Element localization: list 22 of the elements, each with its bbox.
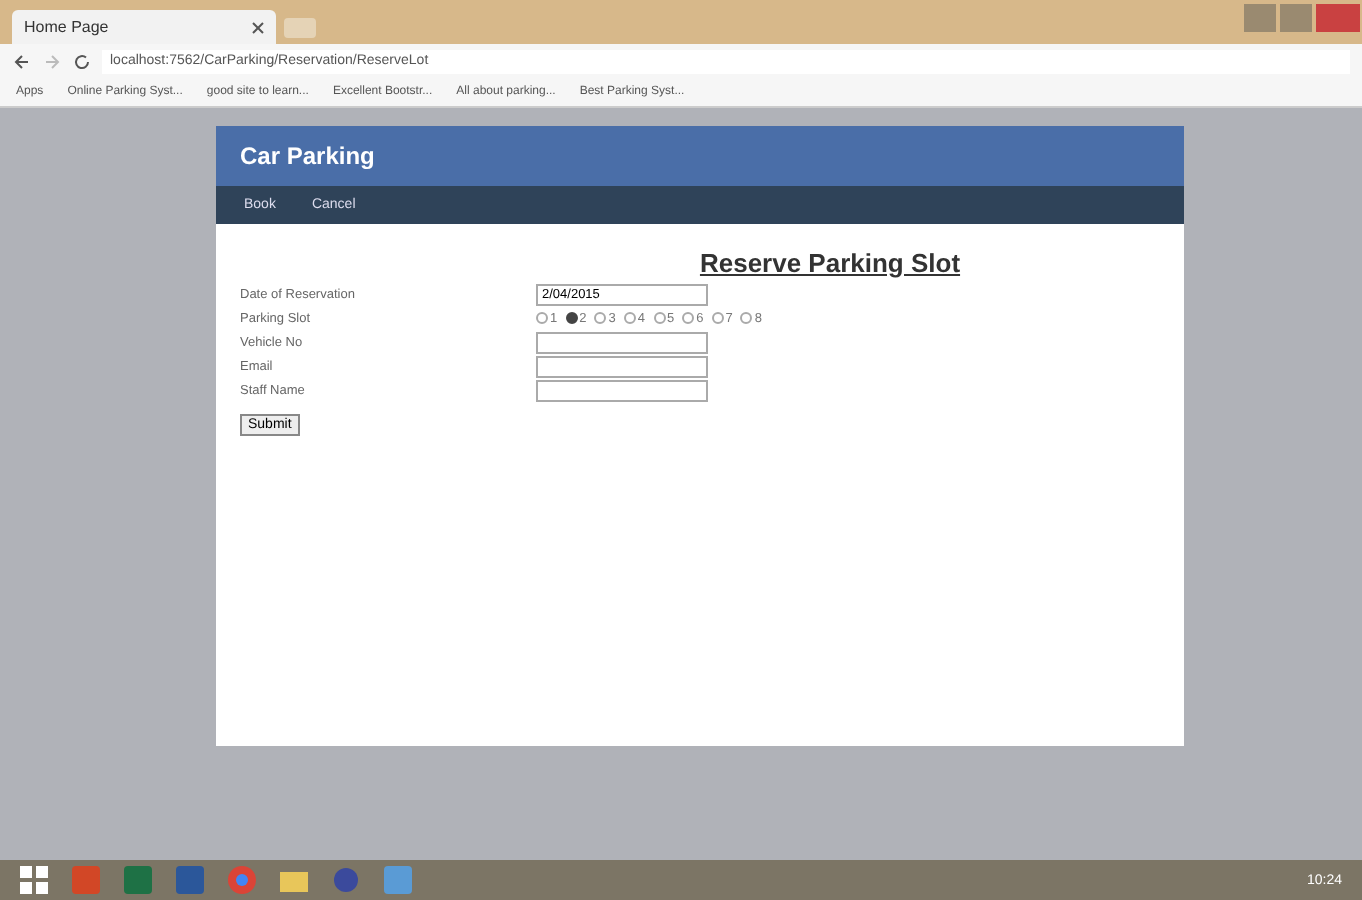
input-field[interactable] [536, 331, 708, 353]
browser-icon[interactable] [228, 866, 256, 894]
input-field[interactable] [536, 355, 708, 377]
close-tab-icon[interactable] [252, 21, 264, 33]
reload-icon[interactable] [72, 51, 92, 71]
back-icon[interactable] [12, 51, 32, 71]
radio-button[interactable] [565, 312, 578, 324]
radio-button[interactable] [740, 312, 753, 324]
windows-icon[interactable] [20, 866, 48, 894]
radio-button[interactable] [682, 312, 695, 324]
form-title: Reserve Parking Slot [697, 248, 963, 278]
radio-button[interactable] [653, 312, 665, 324]
forward-icon[interactable] [42, 51, 62, 71]
radio-button[interactable] [594, 312, 607, 324]
radio-button[interactable] [623, 312, 636, 324]
folder-icon[interactable] [280, 866, 308, 894]
browser-tab[interactable]: Home Page [12, 10, 276, 44]
radio-button[interactable] [711, 312, 724, 324]
site-logo: Car Parking [240, 142, 375, 170]
app-icon[interactable] [332, 866, 360, 894]
input-field[interactable] [536, 379, 708, 401]
radio-button[interactable] [536, 312, 548, 324]
